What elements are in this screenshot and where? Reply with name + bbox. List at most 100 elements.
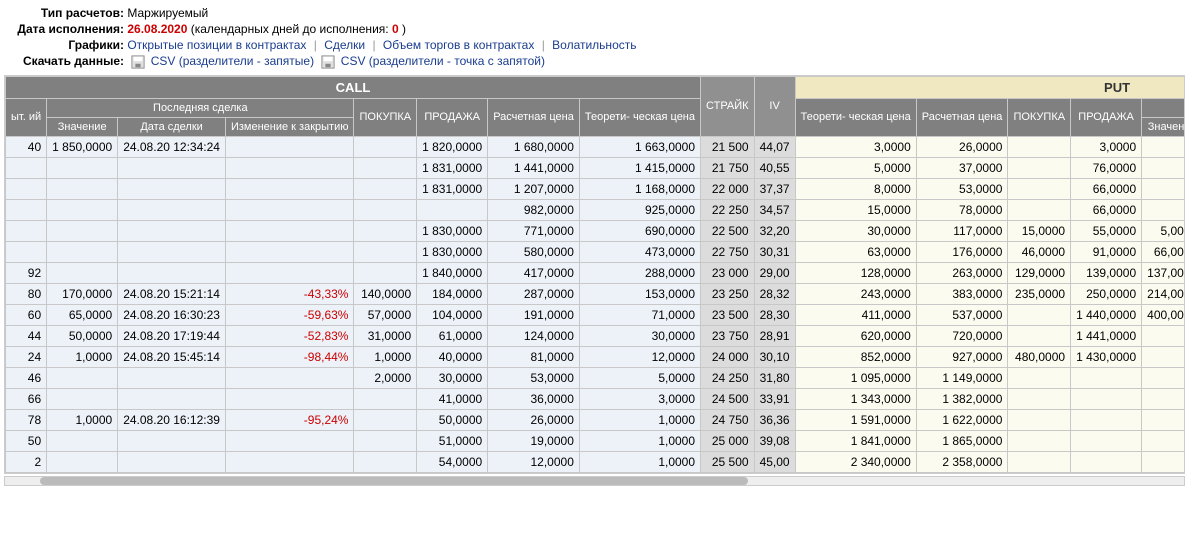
cell: 720,0000	[916, 325, 1008, 346]
cell: 1 591,0000	[795, 409, 916, 430]
cell: 24 000	[701, 346, 755, 367]
cell: 927,0000	[916, 346, 1008, 367]
link-volume-contracts[interactable]: Объем торгов в контрактах	[383, 38, 534, 52]
table-row: 462,000030,000053,00005,000024 25031,801…	[6, 367, 1186, 388]
cell: 46,0000	[1008, 241, 1071, 262]
cell: 23 000	[701, 262, 755, 283]
cell: 417,0000	[488, 262, 580, 283]
download-label: Скачать данные:	[14, 54, 124, 68]
cell: 66,0000	[1142, 241, 1185, 262]
cell: 3,0000	[795, 136, 916, 157]
cell: 24.08.20 15:21:14	[118, 283, 226, 304]
cell: 235,0000	[1008, 283, 1071, 304]
cell: 22 250	[701, 199, 755, 220]
cell: 28,91	[754, 325, 795, 346]
table-row: 6065,000024.08.20 16:30:23-59,63%57,0000…	[6, 304, 1186, 325]
cell: 29,00	[754, 262, 795, 283]
days-text-2: )	[402, 22, 406, 36]
cell	[354, 199, 417, 220]
link-volatility[interactable]: Волатильность	[552, 38, 636, 52]
cell: 50,0000	[417, 409, 488, 430]
link-csv-comma[interactable]: CSV (разделители - запятые)	[151, 54, 314, 68]
link-csv-semicolon[interactable]: CSV (разделители - точка с запятой)	[341, 54, 545, 68]
cell: 36,0000	[488, 388, 580, 409]
cell	[118, 367, 226, 388]
exec-date-value: 26.08.2020	[127, 22, 187, 36]
cell	[225, 262, 354, 283]
cell: 45,00	[754, 451, 795, 472]
cell: 1 207,0000	[488, 178, 580, 199]
cell: 1 168,0000	[579, 178, 700, 199]
cell	[118, 241, 226, 262]
cell: 176,0000	[916, 241, 1008, 262]
header-theor-call: Теорети- ческая цена	[579, 98, 700, 136]
cell: 1 343,0000	[795, 388, 916, 409]
cell	[118, 451, 226, 472]
cell: 54,0000	[417, 451, 488, 472]
cell: 76,0000	[1071, 157, 1142, 178]
cell	[354, 241, 417, 262]
cell: 40,55	[754, 157, 795, 178]
cell	[354, 220, 417, 241]
cell: 60	[6, 304, 47, 325]
cell: 1 830,0000	[417, 220, 488, 241]
cell	[225, 241, 354, 262]
cell	[417, 199, 488, 220]
disk-icon	[321, 55, 335, 69]
cell: 30,0000	[579, 325, 700, 346]
cell: 25 500	[701, 451, 755, 472]
cell	[6, 241, 47, 262]
cell	[47, 241, 118, 262]
cell: 3,0000	[579, 388, 700, 409]
cell: 104,0000	[417, 304, 488, 325]
options-table-wrap[interactable]: CALL СТРАЙК IV PUT ыт. ий Последняя сдел…	[4, 75, 1185, 474]
cell: 1 430,0000	[1071, 346, 1142, 367]
cell	[1008, 178, 1071, 199]
cell: 33,91	[754, 388, 795, 409]
cell: 24 750	[701, 409, 755, 430]
cell	[225, 430, 354, 451]
cell: 55,0000	[1071, 220, 1142, 241]
cell	[1008, 157, 1071, 178]
cell: 24.08.20 15:45:14	[118, 346, 226, 367]
cell: 2 340,0000	[795, 451, 916, 472]
cell	[354, 157, 417, 178]
header-value-put: Значение	[1142, 117, 1185, 136]
cell: 23 500	[701, 304, 755, 325]
cell	[225, 199, 354, 220]
cell	[47, 388, 118, 409]
cell: 26,0000	[488, 409, 580, 430]
cell: 78,0000	[916, 199, 1008, 220]
cell: 40	[6, 136, 47, 157]
cell: 63,0000	[795, 241, 916, 262]
cell: 1,0000	[579, 409, 700, 430]
cell	[6, 178, 47, 199]
horizontal-scrollbar[interactable]	[4, 476, 1185, 486]
cell	[47, 451, 118, 472]
cell: 1 850,0000	[47, 136, 118, 157]
scrollbar-thumb[interactable]	[40, 477, 747, 485]
cell: 39,08	[754, 430, 795, 451]
cell: 250,0000	[1071, 283, 1142, 304]
table-row: 781,000024.08.20 16:12:39-95,24%50,00002…	[6, 409, 1186, 430]
cell	[47, 430, 118, 451]
cell: 1 663,0000	[579, 136, 700, 157]
cell: 771,0000	[488, 220, 580, 241]
cell	[118, 262, 226, 283]
cell: 21 750	[701, 157, 755, 178]
cell	[225, 220, 354, 241]
cell	[225, 157, 354, 178]
cell: 1 622,0000	[916, 409, 1008, 430]
link-deals[interactable]: Сделки	[324, 38, 365, 52]
cell: 50	[6, 430, 47, 451]
cell	[1142, 367, 1185, 388]
cell: 51,0000	[417, 430, 488, 451]
cell: 411,0000	[795, 304, 916, 325]
link-open-positions[interactable]: Открытые позиции в контрактах	[127, 38, 306, 52]
cell	[1071, 409, 1142, 430]
cell	[354, 262, 417, 283]
options-tbody: 401 850,000024.08.20 12:34:241 820,00001…	[6, 136, 1186, 472]
cell: 400,0000	[1142, 304, 1185, 325]
cell	[47, 157, 118, 178]
cell: 139,0000	[1071, 262, 1142, 283]
